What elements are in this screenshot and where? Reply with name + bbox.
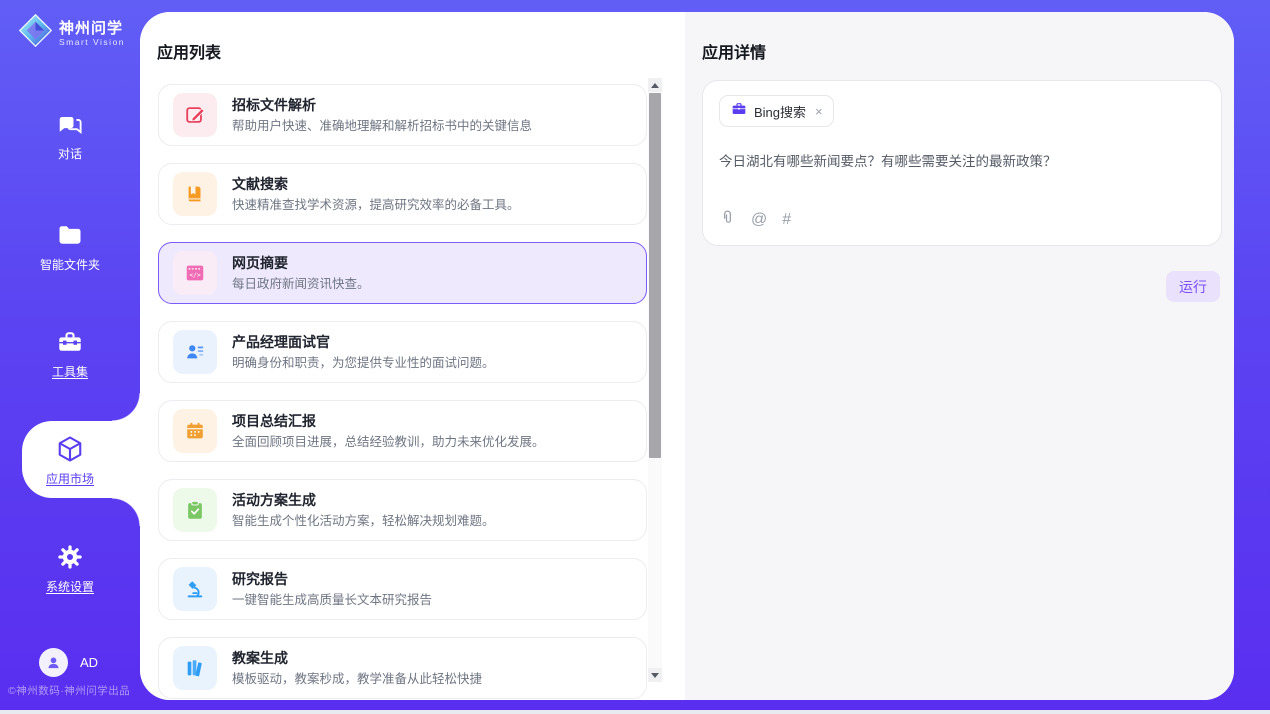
app-list-scrollbar[interactable] [648,78,662,682]
folder-icon [0,219,140,251]
svg-text:</>: </> [189,271,201,279]
app-card[interactable]: 招标文件解析 帮助用户快速、准确地理解和解析招标书中的关键信息 [158,84,647,146]
user-account-button[interactable]: AD [39,648,98,677]
bottom-edge-strip [0,710,1270,714]
app-card-desc: 智能生成个性化活动方案，轻松解决规划难题。 [232,513,495,530]
scroll-up-button[interactable] [648,78,662,92]
app-logo: 神州问学 Smart Vision [18,13,125,53]
paperclip-icon[interactable] [719,209,736,231]
app-details-panel: 应用详情 Bing搜索 × 今日湖北有哪些新闻要点？有哪些需要关注的最新政策？ [685,12,1234,700]
app-card[interactable]: </> 网页摘要 每日政府新闻资讯快查。 [158,242,647,304]
app-card[interactable]: 文献搜索 快速精准查找学术资源，提高研究效率的必备工具。 [158,163,647,225]
app-icon-tile [173,409,217,453]
hashtag-icon[interactable]: # [782,211,791,229]
app-name: 神州问学 [59,20,125,37]
sidebar-item-label: 对话 [0,145,140,162]
sidebar-item-settings[interactable]: 系统设置 [0,541,140,595]
app-card[interactable]: 研究报告 一键智能生成高质量长文本研究报告 [158,558,647,620]
app-icon-tile [173,93,217,137]
sidebar-item-app-market[interactable]: 应用市场 [0,433,140,487]
app-card[interactable]: 项目总结汇报 全面回顾项目进展，总结经验教训，助力未来优化发展。 [158,400,647,462]
cube-icon [0,433,140,465]
tool-chip-bing-search[interactable]: Bing搜索 × [719,95,834,127]
app-card-title: 文献搜索 [232,175,520,194]
app-card-title: 研究报告 [232,570,432,589]
prompt-input[interactable]: Bing搜索 × 今日湖北有哪些新闻要点？有哪些需要关注的最新政策？ @ # [702,80,1222,246]
sidebar-item-toolset[interactable]: 工具集 [0,326,140,380]
run-button[interactable]: 运行 [1166,271,1220,302]
app-card-desc: 一键智能生成高质量长文本研究报告 [232,592,432,609]
app-icon-tile [173,330,217,374]
app-card-list: 招标文件解析 帮助用户快速、准确地理解和解析招标书中的关键信息 文献搜索 快速精… [158,84,647,700]
scrollbar-thumb[interactable] [649,93,661,458]
app-card-title: 项目总结汇报 [232,412,545,431]
sidebar: 神州问学 Smart Vision 对话 智能文件夹 [0,0,140,710]
copyright-footer: ©神州数码·神州问学出品 [8,683,138,698]
app-card-title: 网页摘要 [232,254,370,273]
main-content: 应用列表 招标文件解析 帮助用户快速、准确地理解和解析招标书中的关键信息 文献搜… [140,12,1234,700]
toolbox-icon [0,326,140,358]
app-subtitle: Smart Vision [59,37,125,47]
briefcase-icon [731,101,747,122]
sidebar-item-chat[interactable]: 对话 [0,108,140,162]
logo-diamond-icon [18,13,53,53]
app-icon-tile [173,646,217,690]
sidebar-item-label: 系统设置 [0,578,140,595]
chat-icon [0,108,140,140]
sidebar-item-label: 工具集 [0,363,140,380]
app-list-panel: 应用列表 招标文件解析 帮助用户快速、准确地理解和解析招标书中的关键信息 文献搜… [140,12,685,700]
user-initials: AD [80,655,98,670]
app-card-desc: 快速精准查找学术资源，提高研究效率的必备工具。 [232,197,520,214]
sidebar-item-label: 应用市场 [0,470,140,487]
app-card-title: 教案生成 [232,649,482,668]
sidebar-item-label: 智能文件夹 [0,256,140,273]
app-card[interactable]: 产品经理面试官 明确身份和职责，为您提供专业性的面试问题。 [158,321,647,383]
close-icon[interactable]: × [815,104,823,119]
app-icon-tile: </> [173,251,217,295]
app-card-desc: 全面回顾项目进展，总结经验教训，助力未来优化发展。 [232,434,545,451]
app-card-desc: 每日政府新闻资讯快查。 [232,276,370,293]
app-icon-tile [173,488,217,532]
app-card-desc: 明确身份和职责，为您提供专业性的面试问题。 [232,355,495,372]
app-card[interactable]: 教案生成 模板驱动，教案秒成，教学准备从此轻松快捷 [158,637,647,699]
tool-chip-label: Bing搜索 [754,102,806,121]
prompt-text: 今日湖北有哪些新闻要点？有哪些需要关注的最新政策？ [719,152,1205,171]
avatar [39,648,68,677]
app-card-title: 招标文件解析 [232,96,532,115]
app-icon-tile [173,172,217,216]
app-icon-tile [173,567,217,611]
app-card[interactable]: 活动方案生成 智能生成个性化活动方案，轻松解决规划难题。 [158,479,647,541]
app-details-title: 应用详情 [702,39,766,63]
attachment-toolbar: @ # [719,209,791,231]
app-list-title: 应用列表 [157,39,221,63]
app-card-title: 产品经理面试官 [232,333,495,352]
app-card-desc: 帮助用户快速、准确地理解和解析招标书中的关键信息 [232,118,532,135]
app-card-desc: 模板驱动，教案秒成，教学准备从此轻松快捷 [232,671,482,688]
scroll-down-button[interactable] [648,668,662,682]
gear-icon [0,541,140,573]
mention-icon[interactable]: @ [751,211,767,229]
app-card-title: 活动方案生成 [232,491,495,510]
sidebar-item-smart-folder[interactable]: 智能文件夹 [0,219,140,273]
